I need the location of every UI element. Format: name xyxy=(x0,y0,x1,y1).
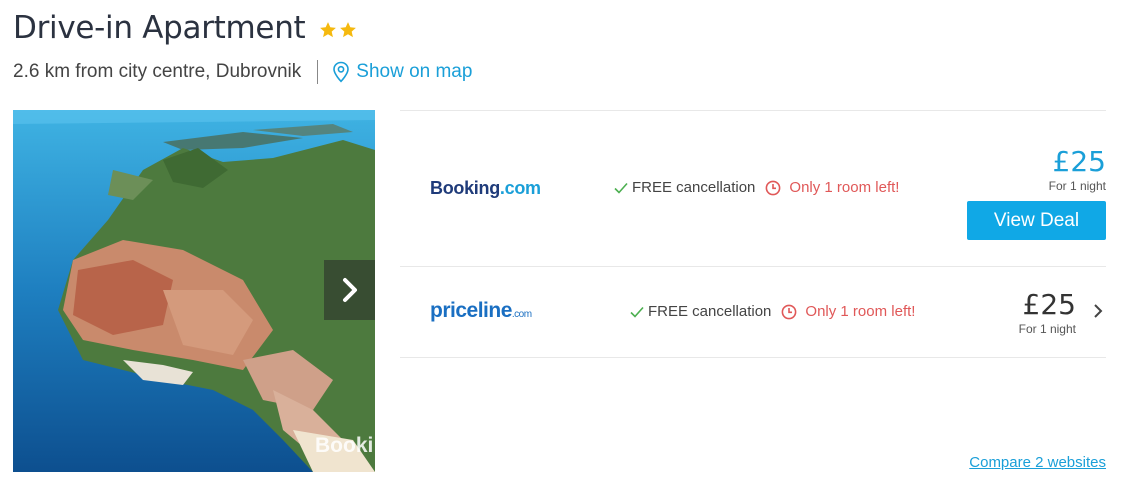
clock-icon xyxy=(782,304,797,319)
deal-features: FREE cancellation Only 1 room left! xyxy=(630,303,915,320)
check-icon xyxy=(630,306,644,318)
hotel-photo[interactable]: Booki xyxy=(13,110,375,472)
rooms-left-label: Only 1 room left! xyxy=(789,179,900,196)
deal-features: FREE cancellation Only 1 room left! xyxy=(614,179,899,196)
booking-logo[interactable]: Booking.com xyxy=(430,178,541,199)
photo-watermark: Booki xyxy=(315,434,374,457)
hotel-header: Drive-in Apartment xyxy=(13,10,357,46)
free-cancellation: FREE cancellation xyxy=(630,303,771,320)
divider xyxy=(400,357,1106,358)
star-icon xyxy=(340,22,357,38)
priceline-logo[interactable]: priceline.com xyxy=(430,299,532,323)
map-pin-icon xyxy=(333,61,350,83)
show-on-map-label: Show on map xyxy=(356,61,473,82)
star-icon xyxy=(320,22,337,38)
show-on-map-link[interactable]: Show on map xyxy=(332,61,472,83)
view-deal-button[interactable]: View Deal xyxy=(967,201,1106,240)
compare-websites-link[interactable]: Compare 2 websites xyxy=(969,454,1106,471)
rooms-left-label: Only 1 room left! xyxy=(805,303,916,320)
clock-icon xyxy=(766,180,781,195)
price-note: For 1 night xyxy=(1018,322,1076,336)
divider xyxy=(400,110,1106,111)
location-text: 2.6 km from city centre, Dubrovnik xyxy=(13,61,302,82)
location-row: 2.6 km from city centre, Dubrovnik Show … xyxy=(13,60,472,84)
hotel-name: Drive-in Apartment xyxy=(13,10,306,46)
chevron-right-icon[interactable] xyxy=(1092,302,1104,320)
rooms-left-warning: Only 1 room left! xyxy=(781,303,915,320)
logo-text: priceline xyxy=(430,299,512,322)
star-rating xyxy=(319,21,357,39)
logo-suffix: .com xyxy=(511,309,532,320)
next-photo-button[interactable] xyxy=(324,260,375,320)
price-note: For 1 night xyxy=(1048,179,1106,193)
free-cancellation-label: FREE cancellation xyxy=(648,303,772,320)
chevron-right-icon xyxy=(342,278,357,302)
price-amount: £25 xyxy=(1052,145,1106,178)
free-cancellation-label: FREE cancellation xyxy=(632,179,756,196)
deal-price: £25 For 1 night xyxy=(1048,145,1106,194)
check-icon xyxy=(614,182,628,194)
price-amount: £25 xyxy=(1022,288,1076,321)
logo-suffix: .com xyxy=(499,178,541,198)
rooms-left-warning: Only 1 room left! xyxy=(765,179,899,196)
divider xyxy=(317,60,319,84)
free-cancellation: FREE cancellation xyxy=(614,179,755,196)
deal-price[interactable]: £25 For 1 night xyxy=(1018,288,1076,337)
aerial-city-image xyxy=(13,110,375,472)
divider xyxy=(400,266,1106,267)
logo-text: Booking xyxy=(430,178,500,198)
